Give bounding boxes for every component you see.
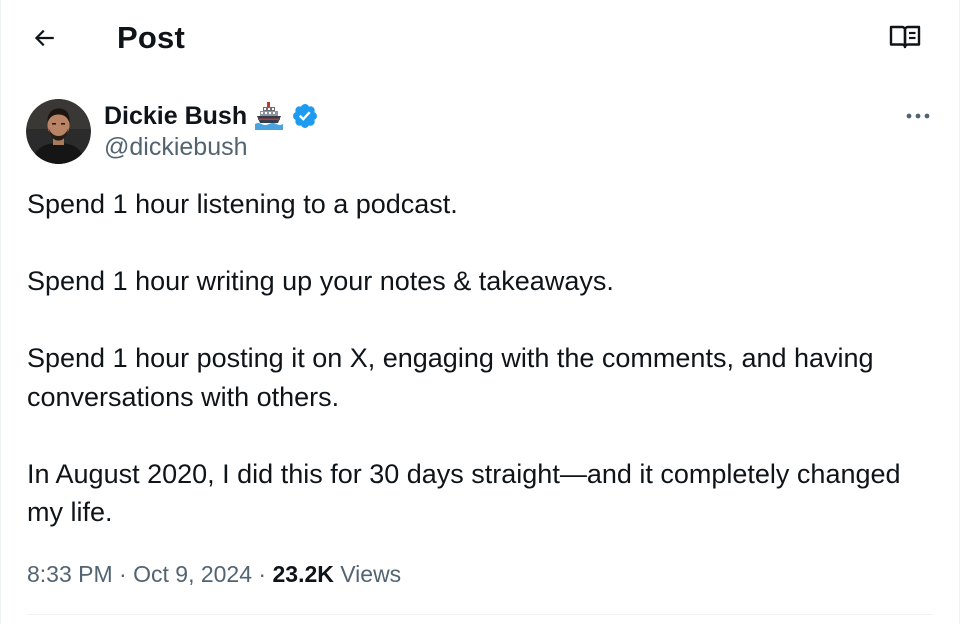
author-handle[interactable]: @dickiebush [104, 131, 248, 163]
verified-badge-icon[interactable] [291, 102, 319, 130]
book-open-icon [889, 24, 921, 55]
views-count[interactable]: 23.2K [272, 557, 333, 591]
more-horizontal-icon [905, 107, 931, 125]
tweet-paragraph: In August 2020, I did this for 30 days s… [27, 458, 901, 528]
meta-separator: · [119, 561, 127, 587]
views-label: Views [340, 561, 402, 587]
left-border [0, 0, 1, 624]
reader-mode-button[interactable] [884, 20, 926, 58]
more-options-button[interactable] [896, 100, 940, 132]
post-header: Post [0, 0, 960, 78]
ship-emoji-icon [254, 101, 284, 131]
author-name-row: Dickie Bush [104, 99, 319, 133]
back-button[interactable] [24, 20, 64, 60]
tweet-paragraph: Spend 1 hour listening to a podcast. [27, 189, 458, 219]
avatar[interactable] [26, 99, 91, 164]
tweet-meta: 8:33 PM · Oct 9, 2024 · 23.2K Views [27, 557, 401, 591]
timestamp-date[interactable]: Oct 9, 2024 [133, 557, 252, 591]
tweet-paragraph: Spend 1 hour writing up your notes & tak… [27, 266, 614, 296]
page-title: Post [117, 20, 185, 55]
divider [27, 614, 933, 615]
author-name[interactable]: Dickie Bush [104, 101, 247, 131]
meta-separator: · [258, 561, 267, 587]
tweet-text: Spend 1 hour listening to a podcast. Spe… [27, 185, 927, 532]
timestamp-time[interactable]: 8:33 PM [27, 557, 113, 591]
tweet-paragraph: Spend 1 hour posting it on X, engaging w… [27, 343, 874, 412]
arrow-left-icon [31, 25, 57, 56]
